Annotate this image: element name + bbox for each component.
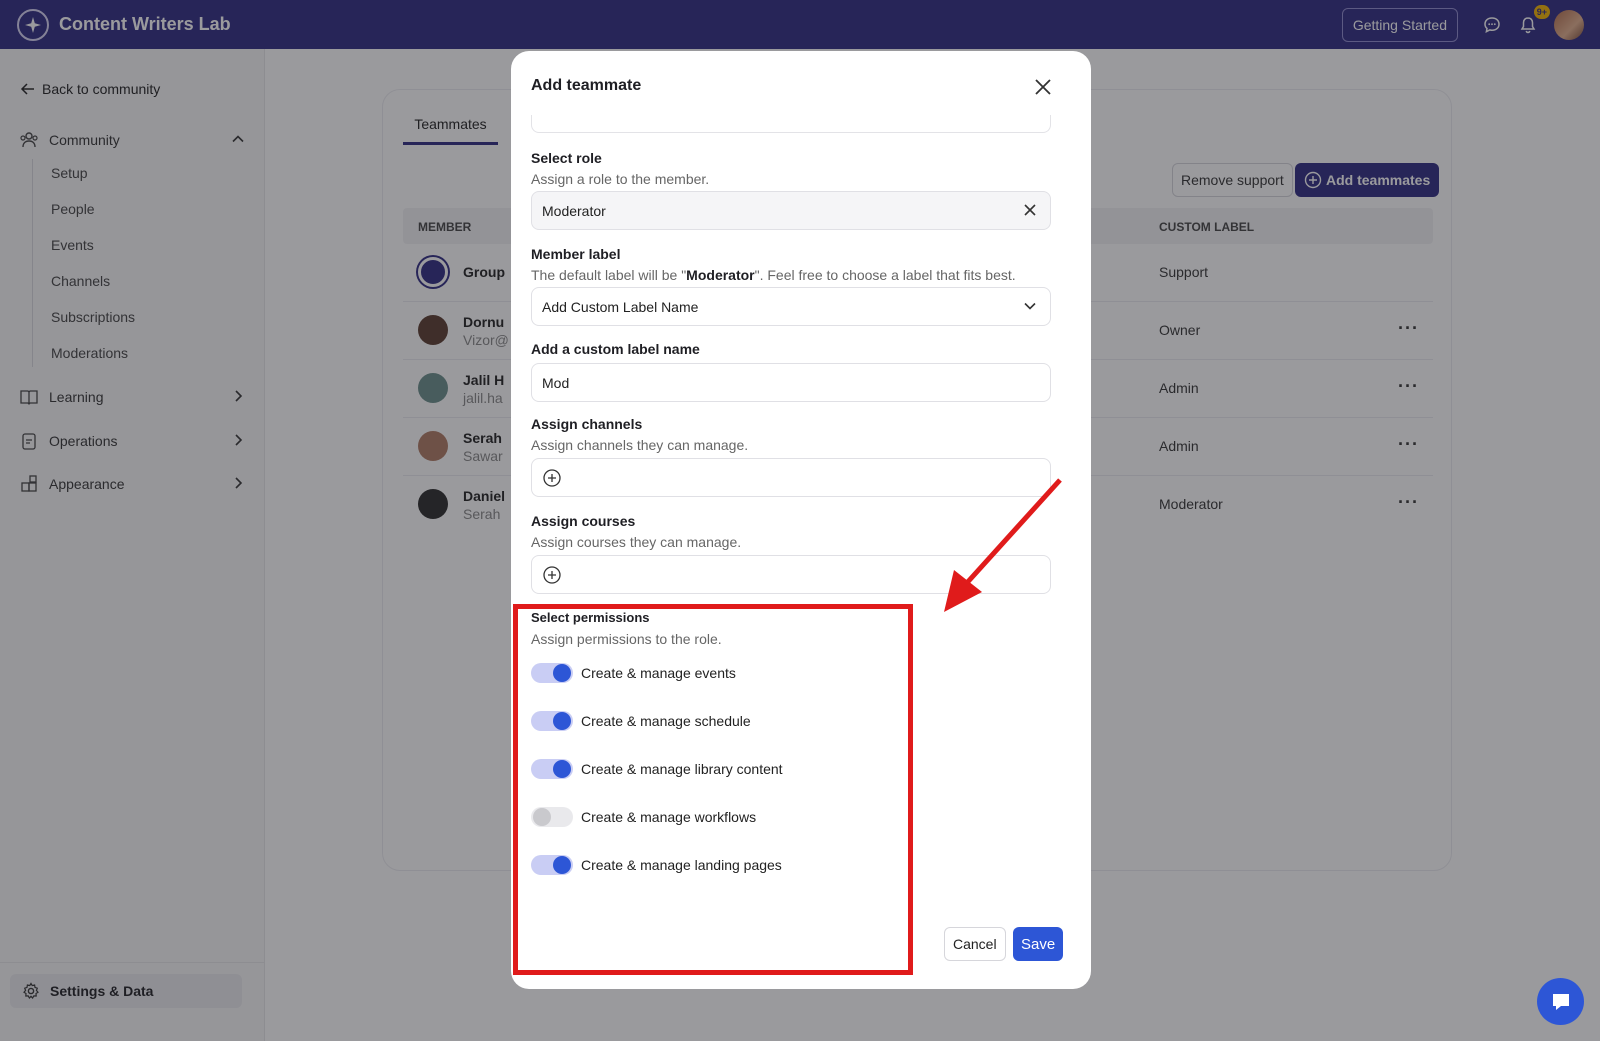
annotation-arrow-icon	[944, 478, 1062, 612]
close-icon[interactable]	[1033, 77, 1053, 97]
custom-label-input[interactable]: Mod	[531, 363, 1051, 402]
select-role-label: Select role	[531, 150, 602, 166]
custom-label-value: Mod	[542, 374, 570, 391]
truncated-field	[531, 115, 1051, 133]
role-value: Moderator	[542, 202, 606, 219]
role-select[interactable]: Moderator	[531, 191, 1051, 230]
plus-circle-icon[interactable]	[542, 565, 562, 585]
plus-circle-icon[interactable]	[542, 468, 562, 488]
chevron-down-icon	[1024, 302, 1036, 310]
clear-icon[interactable]	[1022, 202, 1038, 218]
custom-label-label: Add a custom label name	[531, 341, 700, 357]
assign-courses-help: Assign courses they can manage.	[531, 534, 742, 550]
modal-title: Add teammate	[531, 77, 642, 94]
member-label-dropdown[interactable]: Add Custom Label Name	[531, 287, 1051, 326]
select-role-help: Assign a role to the member.	[531, 171, 710, 187]
save-button[interactable]: Save	[1013, 927, 1064, 961]
assign-channels-label: Assign channels	[531, 416, 643, 432]
assign-courses-label: Assign courses	[531, 513, 636, 529]
assign-channels-help: Assign channels they can manage.	[531, 437, 749, 453]
member-label-value: Add Custom Label Name	[542, 298, 699, 315]
message-icon	[1552, 993, 1569, 1010]
cancel-button[interactable]: Cancel	[944, 927, 1006, 961]
member-label-help: The default label will be "Moderator". F…	[531, 267, 1016, 283]
chat-launcher-button[interactable]	[1537, 978, 1584, 1025]
highlight-box	[513, 604, 913, 975]
member-label-label: Member label	[531, 246, 621, 262]
